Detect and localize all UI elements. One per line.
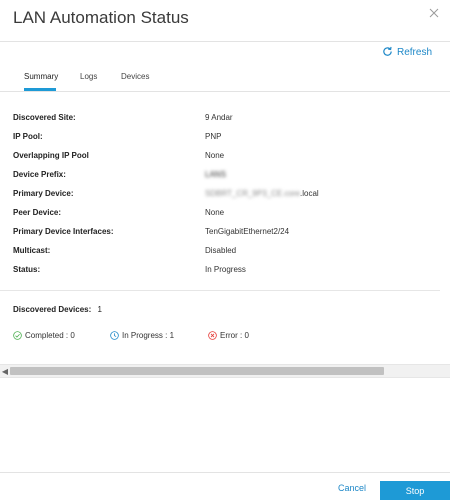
section-divider: [0, 290, 440, 291]
status-value: In Progress: [205, 265, 246, 274]
detail-row-device-prefix: Device Prefix: LANS: [13, 168, 433, 187]
domain-suffix: .local: [300, 189, 319, 198]
tab-logs[interactable]: Logs: [80, 72, 97, 91]
refresh-button[interactable]: Refresh: [382, 46, 432, 58]
detail-label: Primary Device:: [13, 189, 74, 198]
cancel-button[interactable]: Cancel: [322, 483, 382, 493]
detail-label: Primary Device Interfaces:: [13, 227, 114, 236]
detail-row-overlapping-ip-pool: Overlapping IP Pool None: [13, 149, 433, 168]
device-status-counts: Completed : 0 In Progress : 1 Error : 0: [13, 331, 443, 343]
detail-row-ip-pool: IP Pool: PNP: [13, 130, 433, 149]
discovered-devices-summary: Discovered Devices: 1: [13, 305, 102, 314]
horizontal-scrollbar[interactable]: ◀: [0, 364, 450, 378]
tab-devices[interactable]: Devices: [121, 72, 149, 91]
detail-row-discovered-site: Discovered Site: 9 Andar: [13, 111, 433, 130]
summary-details: Discovered Site: 9 Andar IP Pool: PNP Ov…: [13, 111, 433, 282]
discovered-devices-label: Discovered Devices:: [13, 305, 92, 314]
status-completed: Completed : 0: [13, 331, 75, 340]
detail-label: Discovered Site:: [13, 113, 76, 122]
status-error-label: Error : 0: [220, 331, 249, 340]
dialog-title: LAN Automation Status: [13, 8, 189, 27]
detail-label: Device Prefix:: [13, 170, 66, 179]
dialog-header: LAN Automation Status: [0, 0, 450, 42]
detail-value: 9 Andar: [205, 113, 233, 122]
detail-label: IP Pool:: [13, 132, 43, 141]
detail-value: None: [205, 151, 225, 160]
tab-bar: Summary Logs Devices: [0, 68, 450, 92]
clock-icon: [110, 331, 119, 340]
dialog-footer: Cancel Stop: [0, 472, 450, 500]
lan-automation-dialog: LAN Automation Status Refresh Summary Lo…: [0, 0, 450, 500]
redacted-value: LANS: [205, 170, 226, 179]
detail-value: None: [205, 208, 225, 217]
status-in-progress-label: In Progress : 1: [122, 331, 175, 340]
status-error: Error : 0: [208, 331, 249, 340]
refresh-icon: [382, 46, 394, 58]
refresh-label: Refresh: [396, 46, 432, 58]
scrollbar-thumb[interactable]: [10, 367, 384, 375]
detail-value: Disabled: [205, 246, 237, 255]
detail-label: Status:: [13, 265, 41, 274]
detail-row-primary-device: Primary Device: SDBRT_CR_9P3_CE.core.loc…: [13, 187, 433, 206]
detail-label: Overlapping IP Pool: [13, 151, 89, 160]
detail-row-status: Status: In Progress: [13, 263, 433, 282]
detail-value: SDBRT_CR_9P3_CE.core.local: [205, 189, 319, 198]
close-button[interactable]: [429, 8, 443, 22]
detail-value: TenGigabitEthernet2/24: [205, 227, 290, 236]
redacted-value: SDBRT_CR_9P3_CE.core: [205, 189, 301, 198]
detail-row-peer-device: Peer Device: None: [13, 206, 433, 225]
check-circle-icon: [13, 331, 22, 340]
tab-summary[interactable]: Summary: [24, 72, 58, 91]
close-icon: [429, 8, 439, 18]
scroll-left-arrow[interactable]: ◀: [1, 367, 9, 376]
detail-value: PNP: [205, 132, 222, 141]
discovered-devices-count: 1: [97, 305, 102, 314]
detail-label: Multicast:: [13, 246, 51, 255]
detail-row-primary-device-interfaces: Primary Device Interfaces: TenGigabitEth…: [13, 225, 433, 244]
status-in-progress: In Progress : 1: [110, 331, 174, 340]
detail-row-multicast: Multicast: Disabled: [13, 244, 433, 263]
status-completed-label: Completed : 0: [25, 331, 75, 340]
detail-label: Peer Device:: [13, 208, 62, 217]
stop-button[interactable]: Stop: [380, 481, 450, 500]
error-circle-icon: [208, 331, 217, 340]
